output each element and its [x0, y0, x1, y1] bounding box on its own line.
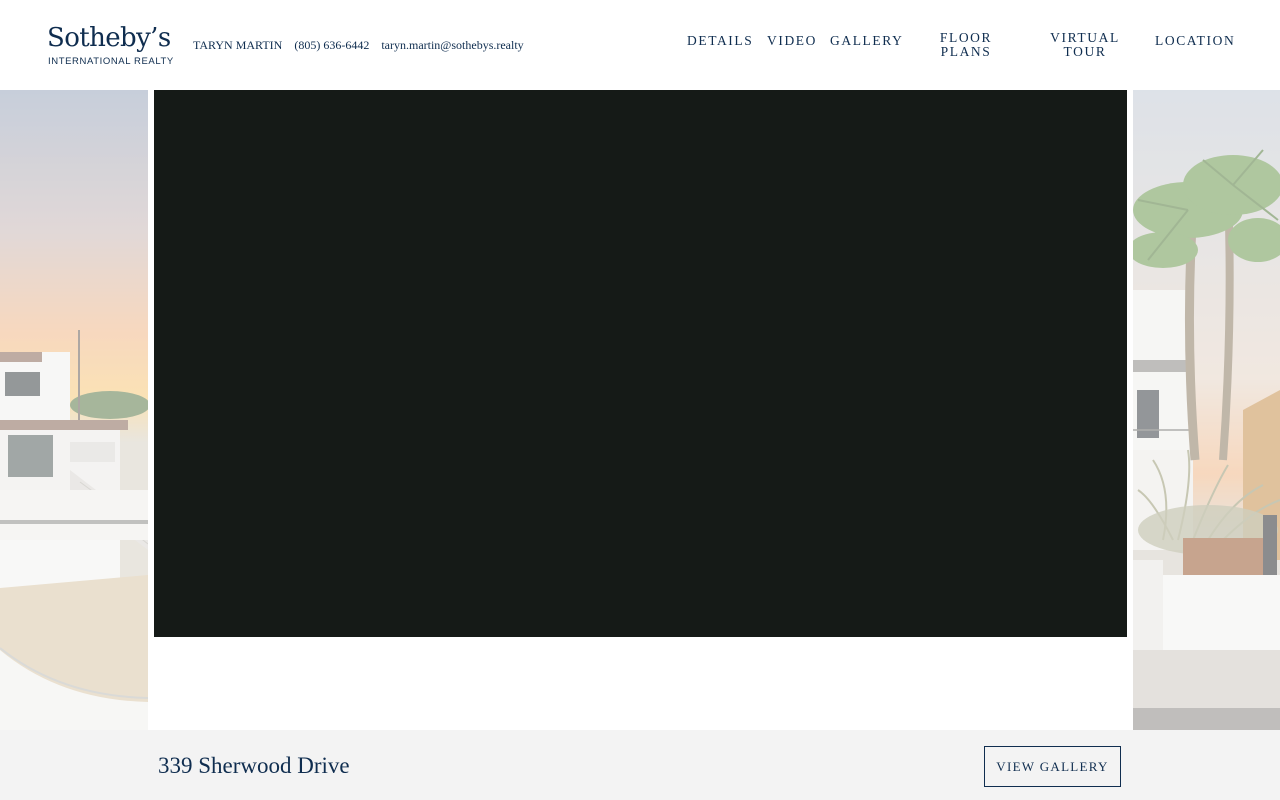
- nav-location[interactable]: LOCATION: [1155, 34, 1235, 48]
- agent-name: TARYN MARTIN: [193, 38, 283, 52]
- sothebys-logo[interactable]: Sotheby’s INTERNATIONAL REALTY: [47, 22, 173, 68]
- house-exterior-sunset-photo: [0, 90, 148, 730]
- listing-bar: 339 Sherwood Drive VIEW GALLERY: [0, 730, 1280, 800]
- nav-virtual-tour[interactable]: VIRTUAL TOUR: [1046, 31, 1124, 59]
- logo-wordmark: Sotheby’s: [47, 23, 171, 53]
- nav-details[interactable]: DETAILS: [687, 34, 753, 48]
- view-gallery-button[interactable]: VIEW GALLERY: [984, 746, 1121, 787]
- carousel-prev-slide[interactable]: [0, 90, 148, 730]
- site-header: Sotheby’s INTERNATIONAL REALTY TARYN MAR…: [0, 0, 1280, 90]
- carousel-next-slide[interactable]: [1133, 90, 1280, 730]
- nav-floor-plans[interactable]: FLOOR PLANS: [930, 31, 1002, 59]
- agent-contact: TARYN MARTIN (805) 636-6442 taryn.martin…: [193, 38, 524, 52]
- logo-subtitle: INTERNATIONAL REALTY: [48, 56, 174, 67]
- property-address: 339 Sherwood Drive: [158, 753, 350, 778]
- nav-gallery[interactable]: GALLERY: [830, 34, 903, 48]
- agent-phone[interactable]: (805) 636-6442: [294, 38, 369, 52]
- hero-carousel: [0, 90, 1280, 730]
- agent-email-link[interactable]: taryn.martin@sothebys.realty: [381, 38, 523, 52]
- palm-tree-driveway-photo: [1133, 90, 1280, 730]
- property-video-player[interactable]: [154, 90, 1127, 637]
- nav-video[interactable]: VIDEO: [767, 34, 817, 48]
